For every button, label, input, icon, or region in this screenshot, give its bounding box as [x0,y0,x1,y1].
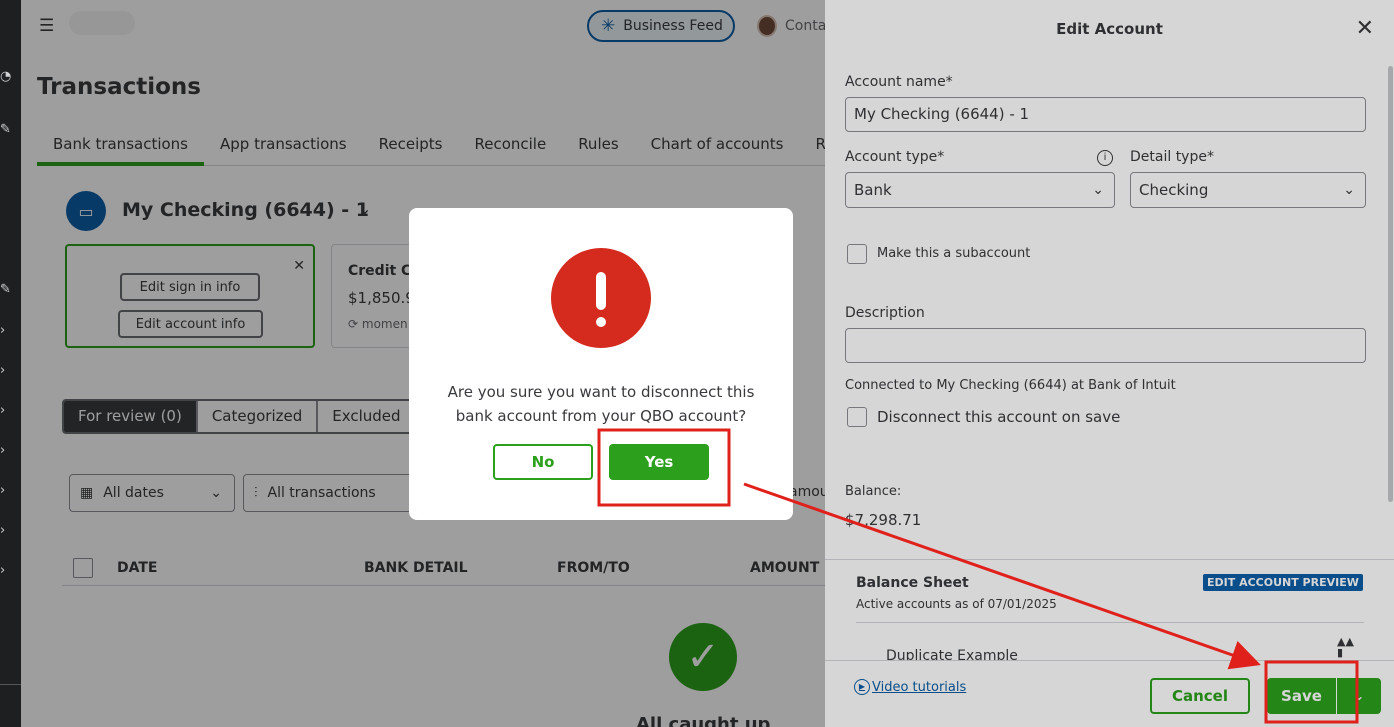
cancel-button[interactable]: Cancel [1150,678,1250,714]
yes-button[interactable]: Yes [609,444,709,480]
chevron-down-icon: ⌄ [1092,182,1104,198]
divider [825,559,1394,560]
video-tutorials-label: Video tutorials [872,679,967,695]
pencil-icon[interactable]: ✎ [0,283,21,297]
chevron-right-icon[interactable]: › [0,524,21,538]
description-input[interactable] [845,328,1366,363]
account-name-label: Account name* [845,74,953,90]
detail-type-value: Checking [1139,181,1209,199]
close-icon[interactable]: ✕ [1356,16,1374,41]
connected-text: Connected to My Checking (6644) at Bank … [845,378,1176,393]
description-label: Description [845,305,925,321]
play-icon: ▶ [854,679,870,695]
detail-type-label: Detail type* [1130,149,1214,165]
video-tutorials-link[interactable]: ▶ Video tutorials [854,679,966,695]
chevron-right-icon[interactable]: › [0,484,21,498]
edit-account-panel: Edit Account ✕ Account name* My Checking… [825,0,1394,727]
balance-value: $7,298.71 [845,511,922,529]
info-icon[interactable]: i [1097,150,1113,166]
panel-footer: ▶ Video tutorials Cancel Save ⌄ [825,660,1394,727]
preview-badge: EDIT ACCOUNT PREVIEW [1203,574,1363,591]
chevron-right-icon[interactable]: › [0,564,21,578]
save-button[interactable]: Save [1267,678,1337,714]
dialog-message: Are you sure you want to disconnect this… [429,380,773,428]
scrollbar[interactable] [1388,66,1393,502]
account-name-input[interactable]: My Checking (6644) - 1 [845,97,1366,132]
preview-subtitle: Active accounts as of 07/01/2025 [856,597,1057,611]
disconnect-confirm-dialog: Are you sure you want to disconnect this… [409,208,793,520]
account-type-select[interactable]: Bank ⌄ [845,172,1115,208]
no-button[interactable]: No [493,444,593,480]
circle-icon[interactable]: ◔ [0,70,21,84]
drag-handle-icon[interactable]: ▲▲ ▮ [1337,636,1354,658]
subaccount-checkbox[interactable] [847,244,867,264]
disconnect-label: Disconnect this account on save [877,408,1121,426]
left-rail: ◔ ✎ ✎ › › › › › › › [0,0,21,727]
rail-divider [0,684,21,685]
balance-label: Balance: [845,484,902,499]
save-split-button: Save ⌄ [1267,678,1381,714]
dialog-message-line1: Are you sure you want to disconnect this [447,383,755,401]
account-type-value: Bank [854,181,892,199]
chevron-down-icon[interactable]: ⌄ [1337,678,1381,714]
disconnect-checkbox[interactable] [847,407,867,427]
pencil-icon[interactable]: ✎ [0,123,21,137]
subaccount-label: Make this a subaccount [877,246,1031,261]
chevron-right-icon[interactable]: › [0,444,21,458]
account-type-label: Account type* [845,149,945,165]
chevron-right-icon[interactable]: › [0,364,21,378]
detail-type-select[interactable]: Checking ⌄ [1130,172,1366,208]
preview-title: Balance Sheet [856,575,969,591]
alert-icon [551,248,651,348]
divider [856,622,1364,623]
dialog-message-line2: bank account from your QBO account? [455,407,747,425]
chevron-down-icon: ⌄ [1343,182,1355,198]
panel-title: Edit Account [1056,20,1163,38]
chevron-right-icon[interactable]: › [0,404,21,418]
chevron-right-icon[interactable]: › [0,324,21,338]
